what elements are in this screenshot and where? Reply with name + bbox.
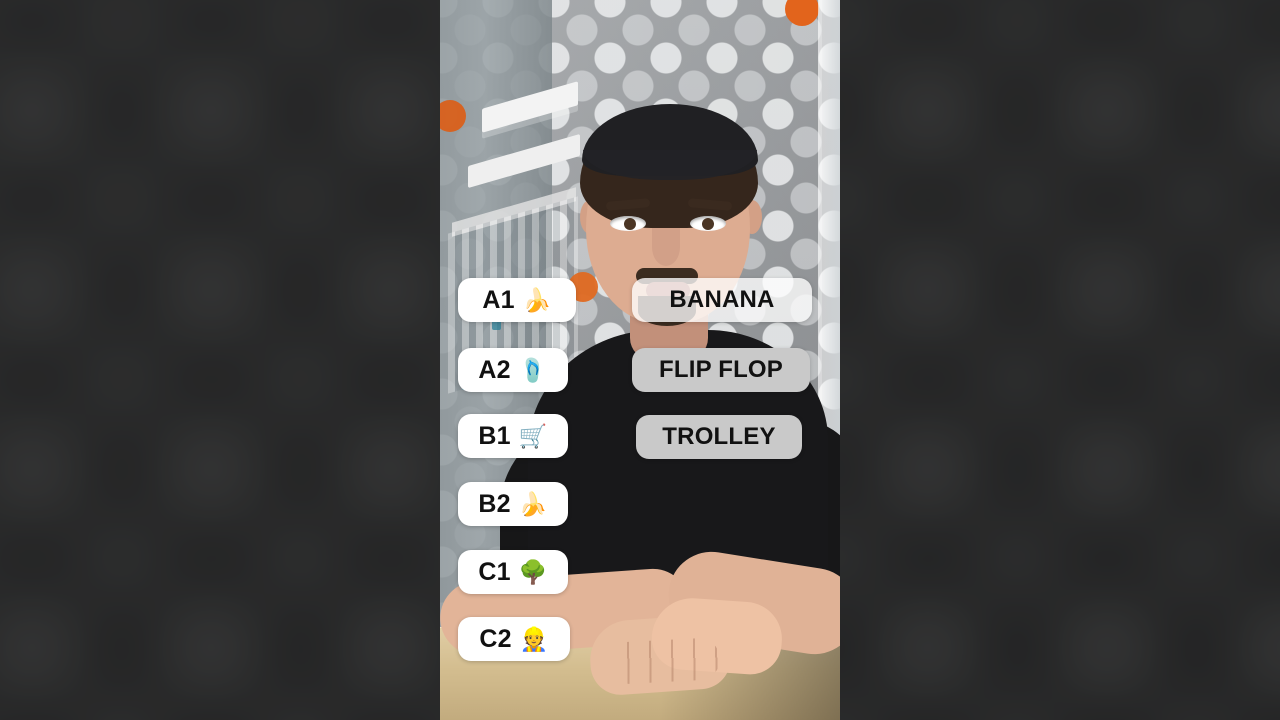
- card-flip-flop-label: FLIP FLOP: [658, 356, 784, 383]
- video-player-stage: A1 🍌 A2 🩴 B1 🛒 B2 🍌 C1 🌳 C2 👷 BANANA FLI…: [0, 0, 1280, 720]
- card-a1[interactable]: A1 🍌: [458, 278, 576, 322]
- card-trolley-label: TROLLEY: [662, 423, 776, 450]
- card-banana[interactable]: BANANA: [632, 278, 812, 322]
- card-a2[interactable]: A2 🩴: [458, 348, 568, 392]
- card-a2-code: A2: [478, 355, 511, 384]
- card-c2[interactable]: C2 👷: [458, 617, 570, 661]
- shopping-cart-emoji: 🛒: [518, 422, 548, 449]
- card-c2-code: C2: [479, 624, 512, 653]
- card-b2-code: B2: [478, 489, 511, 518]
- card-c1-code: C1: [478, 557, 511, 586]
- tree-emoji: 🌳: [518, 558, 548, 585]
- card-a1-code: A1: [482, 285, 515, 314]
- card-b2[interactable]: B2 🍌: [458, 482, 568, 526]
- card-flip-flop[interactable]: FLIP FLOP: [632, 348, 810, 392]
- card-overlay: A1 🍌 A2 🩴 B1 🛒 B2 🍌 C1 🌳 C2 👷 BANANA FLI…: [0, 0, 1280, 720]
- flip-flop-emoji: 🩴: [518, 356, 548, 383]
- card-banana-label: BANANA: [669, 286, 775, 313]
- construction-worker-emoji: 👷: [519, 625, 549, 652]
- banana-emoji: 🍌: [518, 490, 548, 517]
- card-c1[interactable]: C1 🌳: [458, 550, 568, 594]
- card-trolley[interactable]: TROLLEY: [636, 415, 802, 459]
- banana-emoji: 🍌: [522, 286, 552, 313]
- card-b1-code: B1: [478, 421, 511, 450]
- card-b1[interactable]: B1 🛒: [458, 414, 568, 458]
